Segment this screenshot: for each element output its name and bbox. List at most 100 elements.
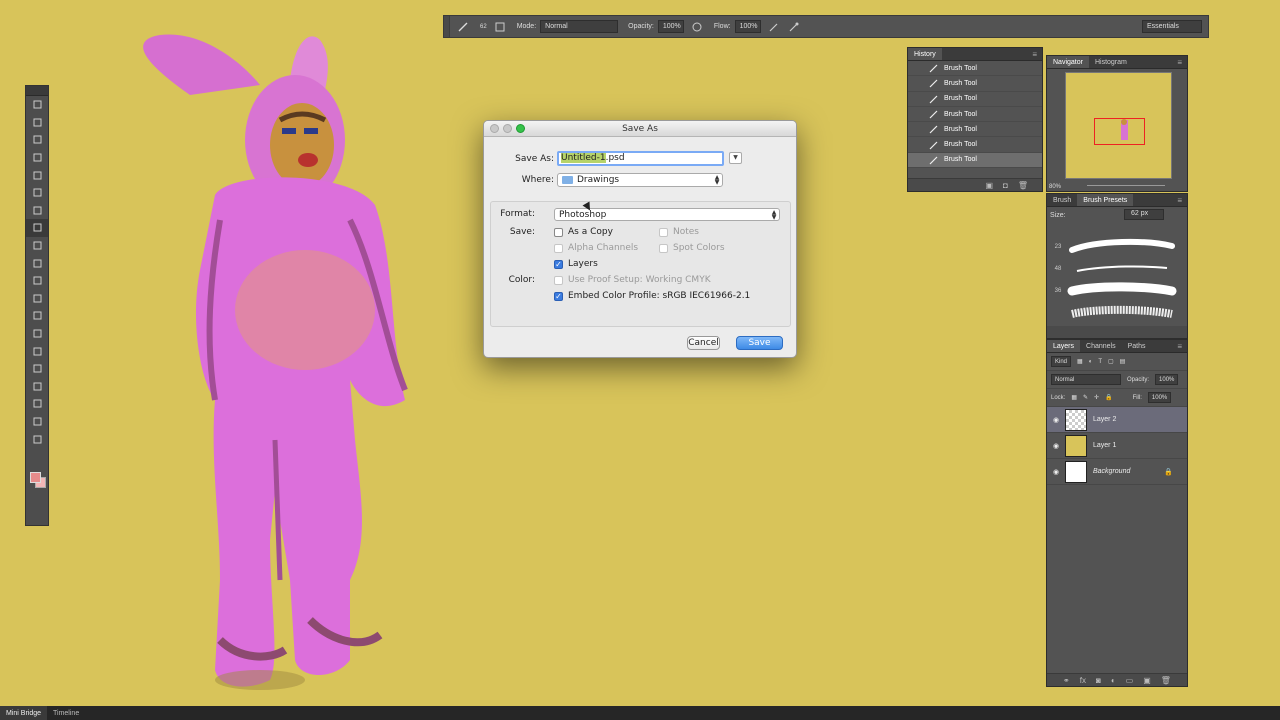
type-tool-icon[interactable] [26, 360, 48, 378]
trash-icon[interactable]: 🗑 [1018, 181, 1028, 190]
canvas-painting[interactable] [120, 20, 440, 700]
brush-size-field[interactable]: 62 px [1124, 209, 1164, 220]
where-dropdown[interactable]: Drawings ▲ ▼ [557, 173, 723, 187]
new-document-from-state-icon[interactable]: ▣ [985, 181, 993, 190]
shape-tool-icon[interactable] [26, 395, 48, 413]
alpha-channels-checkbox[interactable]: Alpha Channels [554, 243, 638, 253]
airbrush-icon[interactable] [767, 20, 781, 34]
as-a-copy-checkbox[interactable]: As a Copy [554, 227, 613, 237]
panel-menu-icon[interactable]: ≡ [1032, 50, 1042, 59]
zoom-window-icon[interactable] [516, 124, 525, 133]
brush-tool-icon[interactable] [26, 219, 48, 237]
foreground-color-swatch[interactable] [30, 472, 41, 483]
zoom-tool-icon[interactable] [26, 430, 48, 448]
tab-mini-bridge[interactable]: Mini Bridge [0, 706, 48, 720]
clone-stamp-tool-icon[interactable] [26, 237, 48, 255]
cancel-button[interactable]: Cancel [687, 336, 720, 350]
history-state-item[interactable]: Brush Tool [908, 76, 1042, 92]
pressure-opacity-icon[interactable] [690, 20, 704, 34]
flow-field[interactable]: 100% [734, 20, 761, 33]
history-state-item[interactable]: Brush Tool [908, 107, 1042, 123]
pen-tool-icon[interactable] [26, 342, 48, 360]
tab-navigator[interactable]: Navigator [1047, 56, 1089, 68]
tab-history[interactable]: History [908, 48, 942, 60]
quick-select-tool-icon[interactable] [26, 149, 48, 167]
layer-opacity-field[interactable]: 100% [1155, 374, 1179, 385]
panel-menu-icon[interactable]: ≡ [1177, 196, 1187, 205]
brush-size-picker[interactable]: 62 [480, 24, 487, 30]
layer-row[interactable]: ◉ Layer 1 [1047, 433, 1187, 459]
dodge-tool-icon[interactable] [26, 325, 48, 343]
filter-shape-icon[interactable]: ▢ [1108, 358, 1114, 365]
expand-dialog-button[interactable]: ▼ [729, 152, 742, 164]
history-brush-tool-icon[interactable] [26, 254, 48, 272]
camera-snapshot-icon[interactable]: ◘ [1003, 181, 1008, 190]
brush-preset-item[interactable]: 48 [1052, 258, 1180, 280]
mode-dropdown[interactable]: Normal [540, 20, 619, 33]
blend-mode-dropdown[interactable]: Normal [1051, 374, 1121, 385]
filter-pixel-icon[interactable]: ▦ [1077, 358, 1083, 365]
history-state-item[interactable]: Brush Tool [908, 122, 1042, 138]
layer-filter-dropdown[interactable]: Kind [1051, 356, 1072, 367]
add-mask-icon[interactable]: ◙ [1096, 676, 1101, 685]
layer-row[interactable]: ◉ Layer 2 [1047, 407, 1187, 433]
workspace-dropdown[interactable]: Essentials [1142, 20, 1202, 33]
new-layer-icon[interactable]: ▣ [1143, 676, 1151, 685]
layer-row[interactable]: ◉ Background 🔒 [1047, 459, 1187, 485]
brush-panel-toggle-icon[interactable] [493, 20, 507, 34]
hand-tool-icon[interactable] [26, 413, 48, 431]
path-select-tool-icon[interactable] [26, 378, 48, 396]
navigator-zoom-value[interactable]: 80% [1049, 184, 1061, 190]
panel-menu-icon[interactable]: ≡ [1177, 342, 1187, 351]
navigator-zoom-slider[interactable] [1087, 185, 1165, 186]
tab-timeline[interactable]: Timeline [47, 706, 85, 720]
spot-colors-checkbox[interactable]: Spot Colors [659, 243, 725, 253]
history-state-item[interactable]: Brush Tool [908, 92, 1042, 107]
marquee-tool-icon[interactable] [26, 114, 48, 132]
visibility-eye-icon[interactable]: ◉ [1047, 416, 1065, 424]
blur-tool-icon[interactable] [26, 307, 48, 325]
brush-preset-item[interactable]: 23 [1052, 236, 1180, 258]
lock-pixels-icon[interactable]: ✎ [1083, 394, 1088, 401]
filter-smart-object-icon[interactable]: ▤ [1120, 358, 1126, 365]
gradient-tool-icon[interactable] [26, 290, 48, 308]
lock-icon[interactable]: 🔒 [1164, 468, 1173, 476]
notes-checkbox[interactable]: Notes [659, 227, 699, 237]
new-group-icon[interactable]: ▭ [1126, 676, 1134, 685]
tab-histogram[interactable]: Histogram [1089, 56, 1133, 68]
visibility-eye-icon[interactable]: ◉ [1047, 468, 1065, 476]
history-state-item[interactable]: Brush Tool [908, 61, 1042, 77]
navigator-preview[interactable] [1065, 72, 1172, 179]
filename-input[interactable]: Untitled-1.psd [557, 151, 724, 166]
tab-brush[interactable]: Brush [1047, 194, 1077, 206]
history-state-item[interactable]: Brush Tool [908, 137, 1042, 153]
opacity-field[interactable]: 100% [657, 20, 684, 33]
filter-type-icon[interactable]: T [1098, 359, 1102, 365]
move-tool-icon[interactable] [26, 96, 48, 114]
save-button[interactable]: Save [736, 336, 783, 350]
eraser-tool-icon[interactable] [26, 272, 48, 290]
layers-checkbox[interactable]: ✓ Layers [554, 259, 598, 269]
brush-tool-preset-icon[interactable] [456, 20, 470, 34]
tab-channels[interactable]: Channels [1080, 340, 1122, 352]
healing-tool-icon[interactable] [26, 202, 48, 220]
brush-preset-item[interactable]: 36 [1052, 280, 1180, 302]
tab-brush-presets[interactable]: Brush Presets [1077, 194, 1134, 206]
history-state-item[interactable]: Brush Tool [908, 152, 1042, 169]
lasso-tool-icon[interactable] [26, 131, 48, 149]
fill-field[interactable]: 100% [1147, 392, 1172, 403]
brush-preset-item[interactable] [1052, 302, 1180, 324]
pressure-size-icon[interactable] [787, 20, 801, 34]
lock-transparent-icon[interactable]: ▦ [1071, 394, 1077, 401]
use-proof-setup-checkbox[interactable]: Use Proof Setup: Working CMYK [554, 275, 711, 285]
new-adjustment-icon[interactable]: ◐ [1111, 676, 1116, 685]
tab-paths[interactable]: Paths [1122, 340, 1152, 352]
embed-color-profile-checkbox[interactable]: ✓ Embed Color Profile: sRGB IEC61966-2.1 [554, 291, 750, 301]
tab-layers[interactable]: Layers [1047, 340, 1081, 352]
options-bar-grip[interactable] [444, 16, 450, 37]
lock-position-icon[interactable]: ✛ [1094, 394, 1099, 401]
link-layers-icon[interactable]: ⚭ [1063, 676, 1070, 685]
panel-menu-icon[interactable]: ≡ [1177, 58, 1187, 67]
crop-tool-icon[interactable] [26, 166, 48, 184]
trash-icon[interactable]: 🗑 [1161, 676, 1171, 685]
